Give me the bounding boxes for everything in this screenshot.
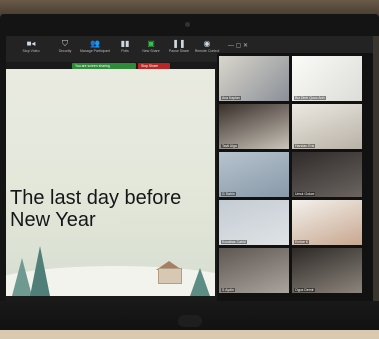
video-tile[interactable]: G Sahin [219,152,289,197]
laptop-hinge [178,315,202,327]
shared-slide: The last day before New Year [6,69,215,296]
participant-gallery: Ava Kaplan Bui Dinh Quoc Anh Tavli Alga … [217,53,373,301]
house-icon [158,268,182,284]
mouse-icon: ◉ [203,39,211,48]
slide-title: The last day before New Year [10,187,182,231]
background-wall [373,36,379,301]
new-share-button[interactable]: ▣ New Share [136,39,166,61]
video-tile[interactable]: Bui Dinh Quoc Anh [292,56,362,101]
security-button[interactable]: ⛉ Security [50,39,80,61]
tree-icon [12,258,32,296]
video-tile[interactable]: Kocabas Cahid [219,200,289,245]
tree-icon [30,246,50,296]
webcam [185,22,190,27]
video-camera-icon: ■◂ [26,39,36,48]
pause-icon: ❚❚ [172,39,186,48]
video-tile[interactable]: Tavli Alga [219,104,289,149]
shield-icon: ⛉ [62,39,68,48]
window-controls[interactable]: — ▢ ✕ [228,42,248,49]
laptop-screen: ■◂ Stop Video ⛉ Security 👥 Manage Partic… [6,36,373,301]
video-tile[interactable]: S Aydin [219,248,289,293]
video-tile[interactable]: Emine K [292,200,362,245]
desk-surface [0,330,379,339]
video-tile[interactable]: Ava Kaplan [219,56,289,101]
pause-share-button[interactable]: ❚❚ Pause Share [164,39,194,61]
video-tile[interactable]: Oguz Demir [292,248,362,293]
manage-participants-button[interactable]: 👥 Manage Participants [80,39,110,61]
stop-video-button[interactable]: ■◂ Stop Video [16,39,46,61]
participants-icon: 👥 [90,39,100,48]
share-screen-icon: ▣ [147,39,155,48]
video-tile[interactable]: Umut Gokce [292,152,362,197]
tree-icon [190,268,210,296]
video-tile[interactable]: Handan Eris [292,104,362,149]
